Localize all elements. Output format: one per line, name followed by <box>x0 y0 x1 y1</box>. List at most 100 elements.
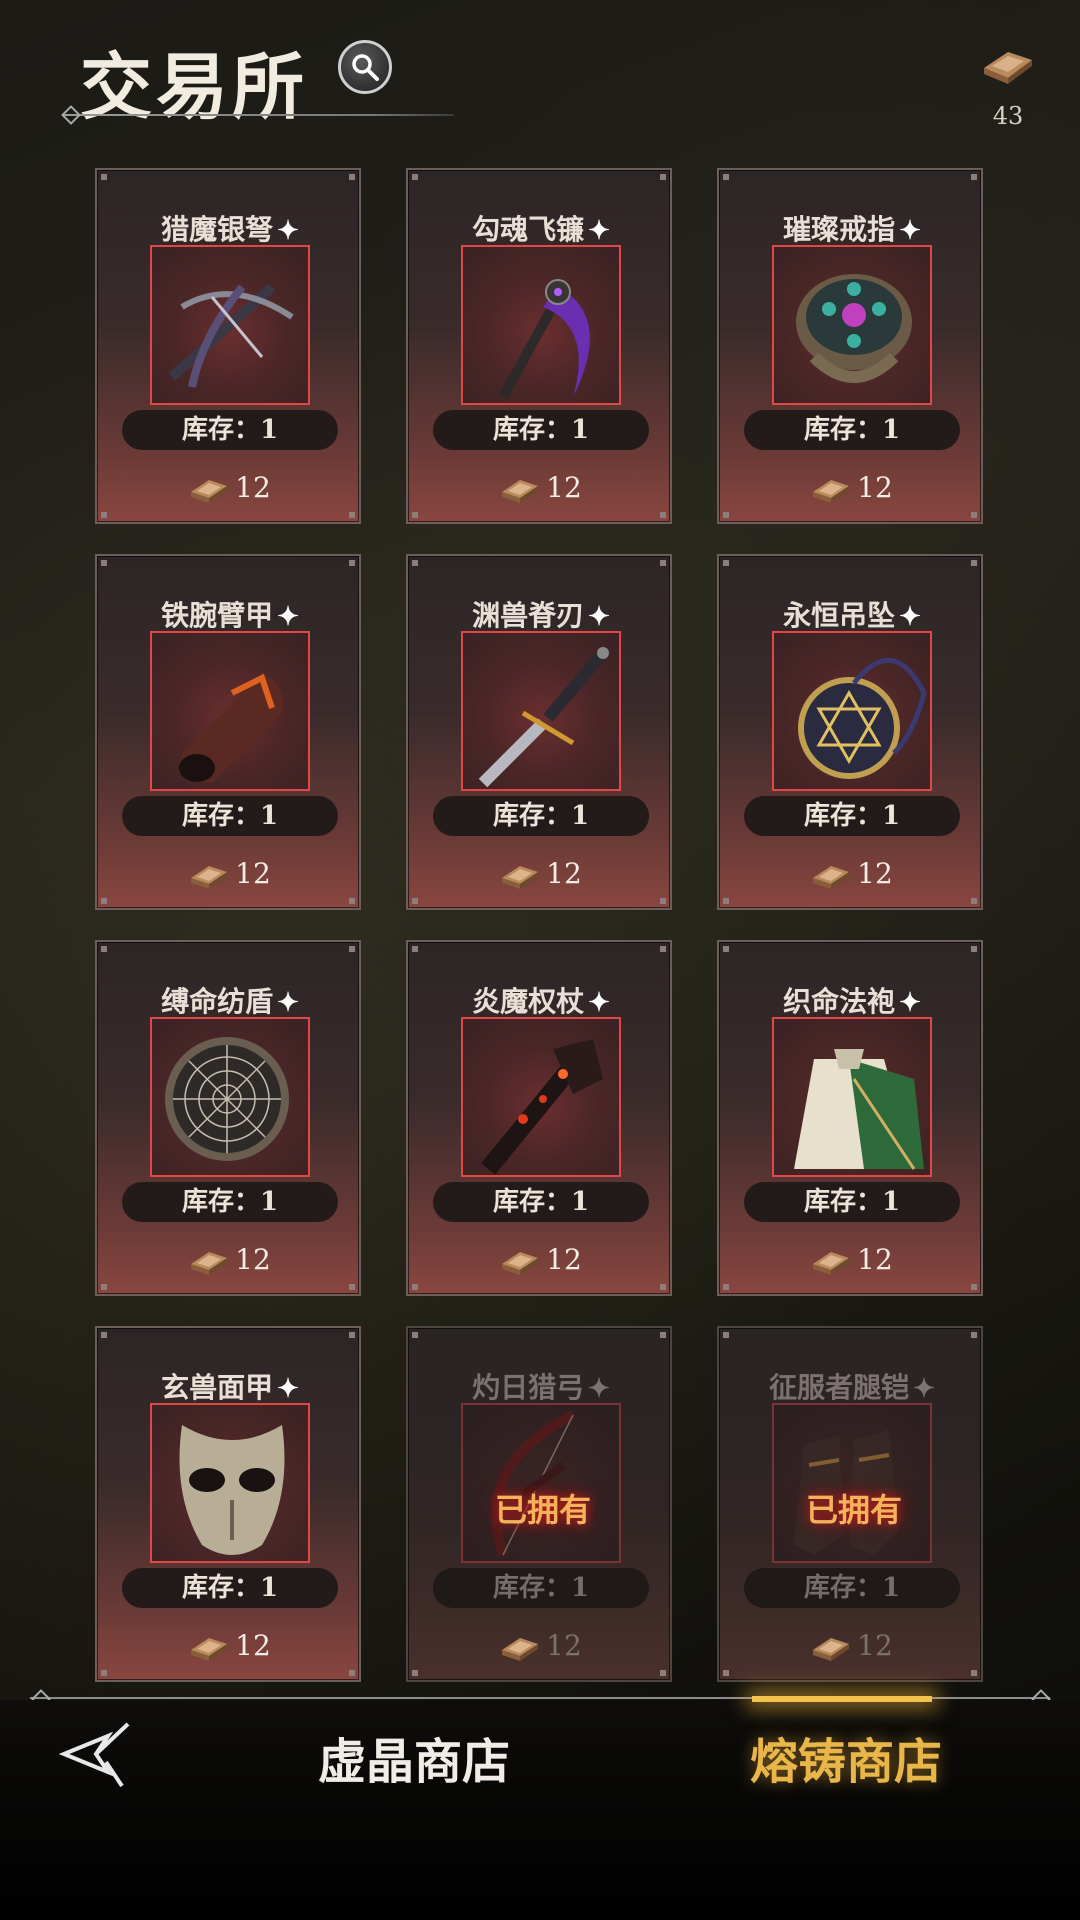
item-image-frame <box>150 245 310 405</box>
card-corner <box>412 174 418 180</box>
price-row: 12 <box>97 1240 363 1280</box>
item-name-row: 渊兽脊刃 ✦ <box>408 594 674 634</box>
shop-item-card[interactable]: 缚命纺盾 ✦ 库存：1 12 <box>95 940 361 1296</box>
shop-item-card[interactable]: 织命法袍 ✦ 库存：1 12 <box>717 940 983 1296</box>
card-corner <box>412 898 418 904</box>
robe-icon <box>794 1049 924 1170</box>
price-row: 12 <box>97 1626 363 1666</box>
shop-item-card[interactable]: 永恒吊坠 ✦ 库存：1 12 <box>717 554 983 910</box>
item-name: 缚命纺盾 <box>161 985 274 1018</box>
price-value: 12 <box>857 857 893 890</box>
card-corner <box>101 174 107 180</box>
shop-item-card[interactable]: 征服者腿铠 ✦ 已拥有 库存：1 12 <box>717 1326 983 1682</box>
sparkle-icon: ✦ <box>277 1374 299 1404</box>
item-image-frame <box>150 1403 310 1563</box>
card-corner <box>971 1284 977 1290</box>
page-title: 交易所 <box>80 44 309 129</box>
item-image-frame: 已拥有 <box>772 1403 932 1563</box>
back-button[interactable] <box>56 1714 136 1794</box>
card-corner <box>660 174 666 180</box>
shop-item-card[interactable]: 灼日猎弓 ✦ 已拥有 库存：1 12 <box>406 1326 672 1682</box>
item-image-frame <box>772 631 932 791</box>
ingot-icon <box>191 1252 228 1275</box>
sparkle-icon: ✦ <box>277 988 299 1018</box>
shop-item-card[interactable]: 渊兽脊刃 ✦ 库存：1 12 <box>406 554 672 910</box>
price-row: 12 <box>408 1240 674 1280</box>
card-corner <box>971 1670 977 1676</box>
stock-badge: 库存：1 <box>433 796 649 836</box>
card-corner <box>971 560 977 566</box>
scepter-icon <box>481 1039 603 1175</box>
card-corner <box>723 1332 729 1338</box>
ingot-icon <box>191 480 228 503</box>
item-name: 灼日猎弓 <box>472 1371 585 1404</box>
shop-item-card[interactable]: 璀璨戒指 ✦ 库存：1 12 <box>717 168 983 524</box>
bracer-icon <box>179 673 283 783</box>
dagger-icon <box>478 647 609 788</box>
item-image-frame <box>150 631 310 791</box>
sparkle-icon: ✦ <box>588 602 610 632</box>
item-name-row: 永恒吊坠 ✦ <box>719 594 985 634</box>
shop-item-card[interactable]: 炎魔权杖 ✦ 库存：1 12 <box>406 940 672 1296</box>
shop-item-card[interactable]: 勾魂飞镰 ✦ 库存：1 12 <box>406 168 672 524</box>
item-name: 玄兽面甲 <box>161 1371 274 1404</box>
price-value: 12 <box>235 471 271 504</box>
card-corner <box>723 1670 729 1676</box>
price-row: 12 <box>97 468 363 508</box>
ingot-icon <box>502 1252 539 1275</box>
search-button[interactable] <box>338 40 392 94</box>
ingot-icon <box>813 866 850 889</box>
tab-crystal-shop[interactable]: 虚晶商店 <box>318 1722 510 1792</box>
shop-item-card[interactable]: 猎魔银弩 ✦ 库存：1 12 <box>95 168 361 524</box>
search-icon <box>352 54 379 81</box>
price-row: 12 <box>408 468 674 508</box>
item-name: 征服者腿铠 <box>769 1371 910 1404</box>
owned-label: 已拥有 <box>805 1491 902 1529</box>
item-name: 织命法袍 <box>783 985 896 1018</box>
card-corner <box>412 1670 418 1676</box>
stock-badge: 库存：1 <box>122 1182 338 1222</box>
card-corner <box>412 512 418 518</box>
currency-count: 43 <box>992 102 1024 130</box>
item-name-row: 炎魔权杖 ✦ <box>408 980 674 1020</box>
stock-badge: 库存：1 <box>433 1568 649 1608</box>
card-corner <box>349 560 355 566</box>
card-corner <box>660 1670 666 1676</box>
shop-item-card[interactable]: 玄兽面甲 ✦ 库存：1 12 <box>95 1326 361 1682</box>
stock-badge: 库存：1 <box>433 410 649 450</box>
item-name: 猎魔银弩 <box>161 213 274 246</box>
card-corner <box>412 560 418 566</box>
price-row: 12 <box>408 854 674 894</box>
card-corner <box>660 560 666 566</box>
item-name-row: 勾魂飞镰 ✦ <box>408 208 674 248</box>
item-image-frame <box>461 631 621 791</box>
price-value: 12 <box>857 1243 893 1276</box>
item-name: 炎魔权杖 <box>472 985 585 1018</box>
greaves-icon <box>794 1430 899 1555</box>
shop-item-card[interactable]: 铁腕臂甲 ✦ 库存：1 12 <box>95 554 361 910</box>
card-corner <box>723 174 729 180</box>
owned-label: 已拥有 <box>494 1491 591 1529</box>
ingot-icon <box>813 1638 850 1661</box>
card-corner <box>660 1284 666 1290</box>
item-name-row: 铁腕臂甲 ✦ <box>97 594 363 634</box>
tab-forge-shop[interactable]: 熔铸商店 <box>750 1722 942 1792</box>
card-corner <box>723 560 729 566</box>
price-value: 12 <box>546 471 582 504</box>
item-name-row: 缚命纺盾 ✦ <box>97 980 363 1020</box>
card-corner <box>723 898 729 904</box>
item-image-frame <box>772 245 932 405</box>
price-value: 12 <box>235 1243 271 1276</box>
card-corner <box>971 898 977 904</box>
ingot-icon <box>191 1638 228 1661</box>
mask-icon <box>179 1425 285 1555</box>
card-corner <box>660 1332 666 1338</box>
card-corner <box>101 512 107 518</box>
card-corner <box>660 946 666 952</box>
card-corner <box>101 898 107 904</box>
currency-display: 43 <box>968 36 1048 136</box>
card-corner <box>349 1332 355 1338</box>
stock-badge: 库存：1 <box>744 1182 960 1222</box>
ring-icon <box>796 274 912 383</box>
stock-badge: 库存：1 <box>122 1568 338 1608</box>
